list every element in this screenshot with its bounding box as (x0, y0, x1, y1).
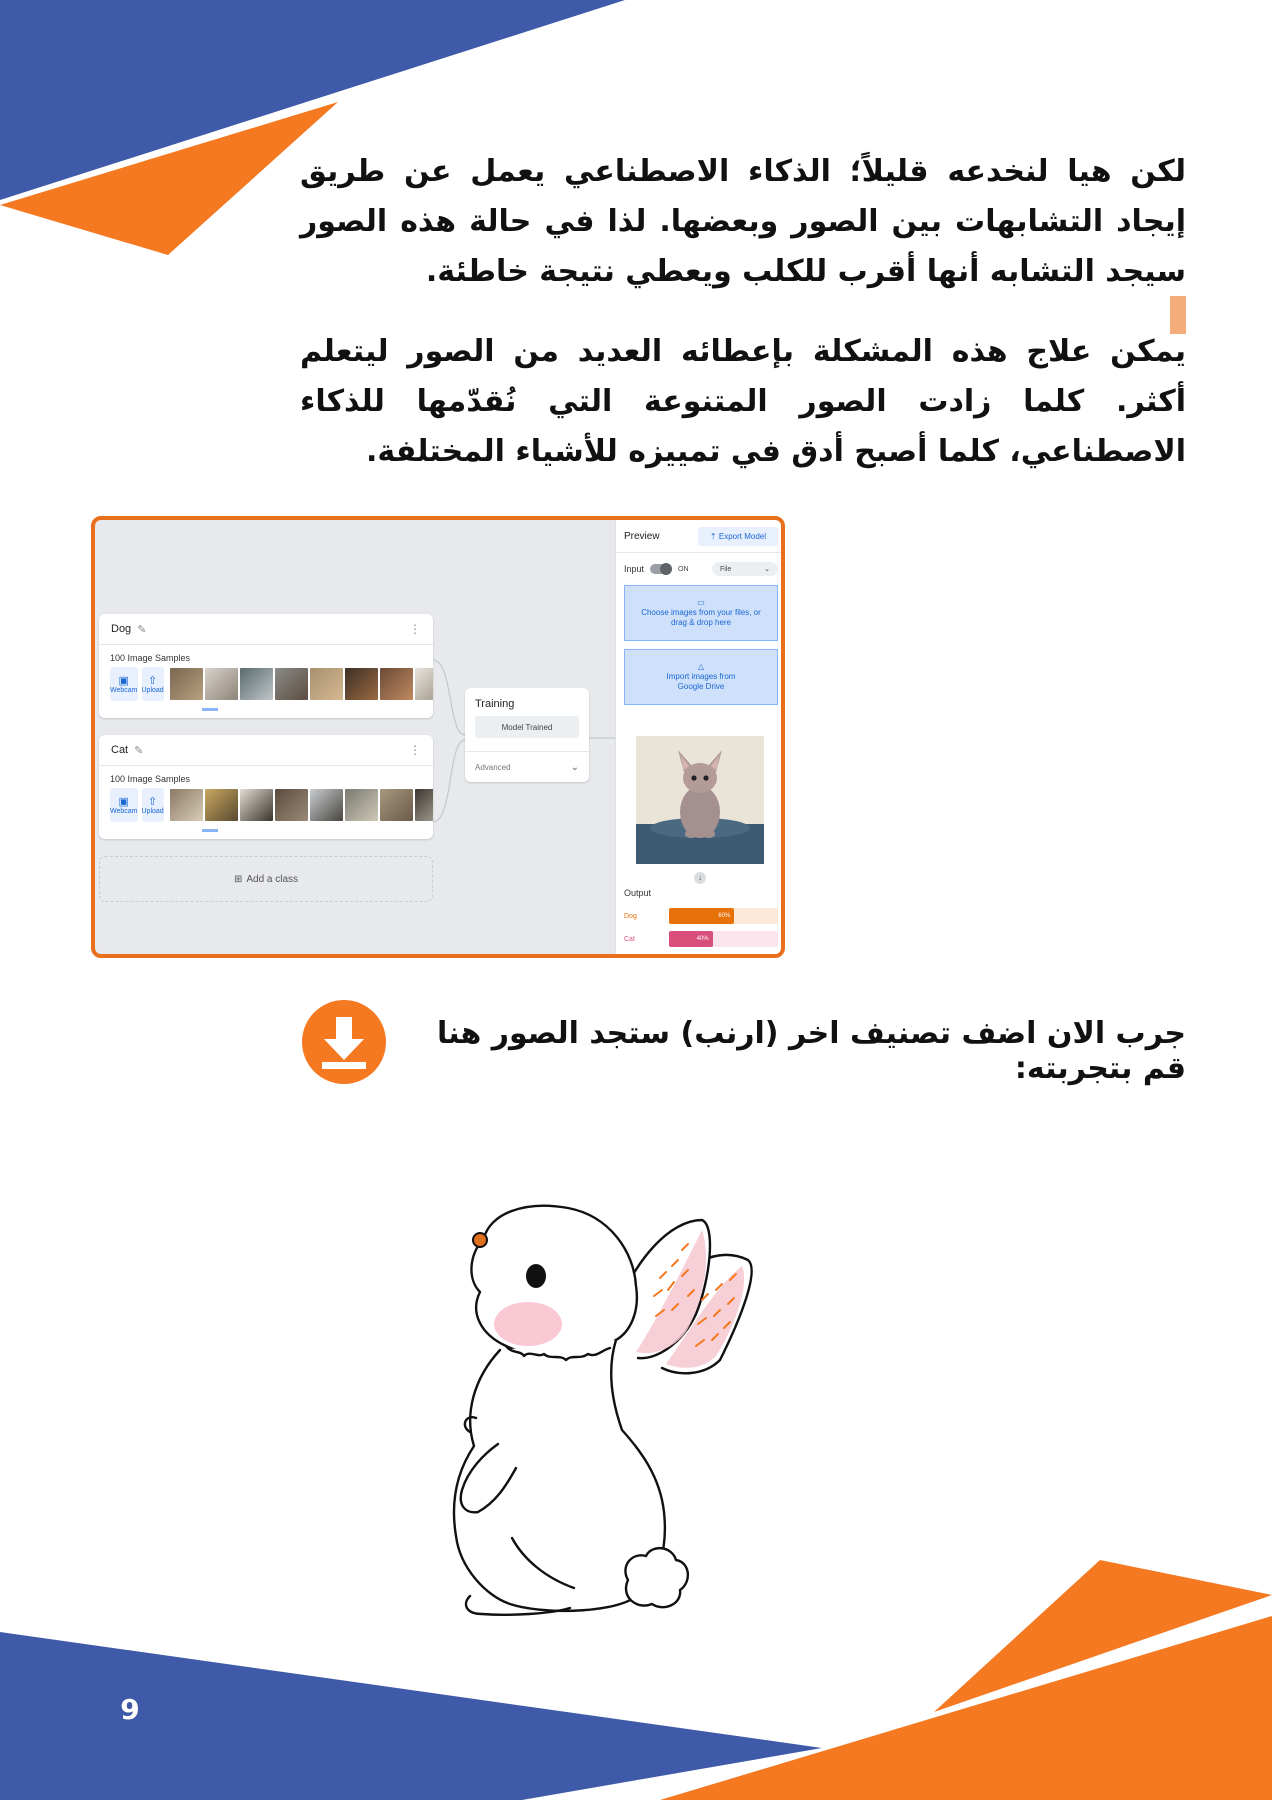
upload-icon: ⇧ (147, 674, 158, 687)
sample-thumbnail (309, 668, 343, 700)
sample-thumbnail (309, 789, 343, 821)
class-name[interactable]: Cat (111, 744, 128, 756)
upload-icon: ⇧ (147, 795, 158, 808)
sample-thumbnail (169, 789, 203, 821)
toggle-state: ON (678, 565, 689, 573)
video-camera-icon: ▣ (118, 674, 129, 687)
choose-files-dropzone[interactable]: ▭ Choose images from your files, or drag… (624, 585, 778, 641)
sample-thumbnail (204, 668, 238, 700)
sample-thumbnail (239, 668, 273, 700)
page-number: 9 (120, 1693, 140, 1726)
export-model-button[interactable]: ⇡ Export Model (697, 526, 778, 546)
rabbit-illustration (452, 1204, 753, 1616)
export-icon: ⇡ (709, 531, 719, 541)
sample-thumbnail (414, 668, 433, 700)
sample-thumbnail (379, 789, 413, 821)
add-class-button[interactable]: ⊞ Add a class (99, 856, 433, 902)
google-drive-import-button[interactable]: △ Import images from Google Drive (624, 649, 778, 705)
confidence-bar-track: 40% (669, 931, 778, 947)
confidence-bar-fill: 40% (669, 931, 713, 947)
training-title: Training (475, 698, 515, 710)
sample-thumbnail (169, 668, 203, 700)
call-to-action-text: جرب الان اضف تصنيف اخر (ارنب) ستجد الصور… (436, 1016, 1186, 1086)
sample-thumbnail (204, 789, 238, 821)
more-options-icon[interactable]: ⋮ (409, 743, 421, 757)
video-camera-icon: ▣ (118, 795, 129, 808)
sample-thumbnail (274, 789, 308, 821)
upload-button[interactable]: ⇧ Upload (141, 667, 164, 701)
scroll-indicator[interactable] (202, 708, 218, 711)
sphynx-cat-preview-image (636, 736, 764, 864)
output-label: Cat (624, 935, 635, 943)
class-name[interactable]: Dog (111, 623, 131, 635)
preview-panel: Preview ⇡ Export Model Input ON File ⌄ ▭… (615, 520, 781, 954)
confidence-bar-track: 60% (669, 908, 778, 924)
paragraph-1: لكن هيا لنخدعه قليلاً؛ الذكاء الاصطناعي … (300, 154, 1186, 289)
output-title: Output (624, 888, 652, 898)
output-row-dog: Dog 60% (624, 908, 778, 924)
chevron-down-icon: ⌄ (570, 761, 579, 773)
input-source-select[interactable]: File ⌄ (712, 562, 778, 576)
class-card-dog: Dog ✎ ⋮ 100 Image Samples ▣ Webcam ⇧ Upl… (99, 614, 433, 718)
output-label: Dog (624, 912, 637, 920)
sample-thumbnail (239, 789, 273, 821)
scroll-indicator[interactable] (202, 829, 218, 832)
sample-thumbnail (379, 668, 413, 700)
folder-icon: ▭ (697, 598, 705, 607)
cat-sample-thumbnails (169, 789, 433, 821)
more-options-icon[interactable]: ⋮ (409, 622, 421, 636)
download-icon[interactable] (302, 1000, 386, 1084)
input-label: Input (624, 564, 645, 574)
edit-icon[interactable]: ✎ (134, 744, 143, 757)
teachable-machine-screenshot: Dog ✎ ⋮ 100 Image Samples ▣ Webcam ⇧ Upl… (91, 516, 785, 958)
google-drive-icon: △ (697, 662, 705, 671)
samples-count: 100 Image Samples (110, 653, 191, 663)
webcam-button[interactable]: ▣ Webcam (110, 667, 138, 701)
arrow-down-icon: ↓ (694, 872, 706, 884)
training-panel: Training Model Trained Advanced ⌄ (465, 688, 589, 782)
edit-icon[interactable]: ✎ (137, 623, 146, 636)
train-model-button[interactable]: Model Trained (475, 716, 579, 738)
webcam-button[interactable]: ▣ Webcam (110, 788, 138, 822)
output-row-cat: Cat 40% (624, 931, 778, 947)
upload-button[interactable]: ⇧ Upload (141, 788, 164, 822)
samples-count: 100 Image Samples (110, 774, 191, 784)
confidence-bar-fill: 60% (669, 908, 735, 924)
sample-thumbnail (274, 668, 308, 700)
chevron-down-icon: ⌄ (764, 566, 770, 573)
class-card-cat: Cat ✎ ⋮ 100 Image Samples ▣ Webcam ⇧ Upl… (99, 735, 433, 839)
input-toggle[interactable] (650, 563, 673, 575)
paragraph-2: يمكن علاج هذه المشكلة بإعطائه العديد من … (300, 334, 1186, 469)
sample-thumbnail (344, 789, 378, 821)
dog-sample-thumbnails (169, 668, 433, 700)
sample-thumbnail (414, 789, 433, 821)
sample-thumbnail (344, 668, 378, 700)
preview-title: Preview (624, 530, 660, 542)
advanced-toggle[interactable]: Advanced ⌄ (465, 751, 589, 782)
add-icon: ⊞ (233, 873, 243, 885)
